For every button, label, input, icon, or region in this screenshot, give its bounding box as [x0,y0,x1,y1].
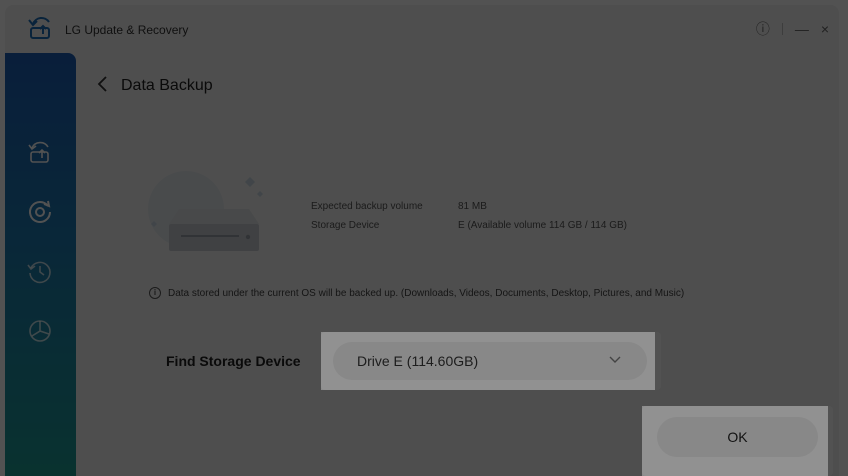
expected-volume-label: Expected backup volume [311,201,423,212]
app-window: LG Update & Recovery ⓘ — × Data Backup E… [5,5,839,476]
info-circle-icon: i [149,287,161,299]
backup-note-text: Data stored under the current OS will be… [168,287,685,299]
dropdown-selected-value: Drive E (114.60GB) [357,353,479,369]
info-icon[interactable]: ⓘ [756,19,770,39]
expected-volume-value: 81 MB [458,201,487,212]
sidebar-item-recovery-icon[interactable] [26,198,54,226]
storage-device-row: Storage Device E (Available volume 114 G… [311,216,627,235]
close-button[interactable]: × [821,21,829,37]
backup-info: Expected backup volume 81 MB Storage Dev… [311,197,627,235]
window-controls: ⓘ — × [756,19,829,39]
minimize-button[interactable]: — [795,21,809,37]
sidebar [5,53,76,476]
storage-drive-illustration [148,171,263,251]
storage-device-dropdown[interactable]: Drive E (114.60GB) [333,342,647,380]
chevron-down-icon [609,356,621,363]
back-chevron-icon[interactable] [96,75,110,93]
find-storage-label: Find Storage Device [166,353,301,369]
sidebar-item-history-icon[interactable] [26,258,54,286]
backup-note: i Data stored under the current OS will … [149,287,684,299]
title-bar: LG Update & Recovery ⓘ — × [5,5,839,53]
expected-volume-row: Expected backup volume 81 MB [311,197,627,216]
separator [781,23,783,35]
main-content: Data Backup Expected backup volume 81 MB… [76,53,839,476]
page-title: Data Backup [121,77,213,94]
app-logo-icon [28,17,50,39]
storage-device-value: E (Available volume 114 GB / 114 GB) [458,220,627,231]
sidebar-item-update-icon[interactable] [26,139,54,167]
storage-device-label: Storage Device [311,220,380,231]
ok-button[interactable]: OK [657,417,818,457]
dropdown-highlight-frame: Drive E (114.60GB) [321,332,661,390]
app-title: LG Update & Recovery [65,23,189,37]
sidebar-item-driver-icon[interactable] [26,317,54,345]
ok-highlight-frame: OK [642,406,833,476]
